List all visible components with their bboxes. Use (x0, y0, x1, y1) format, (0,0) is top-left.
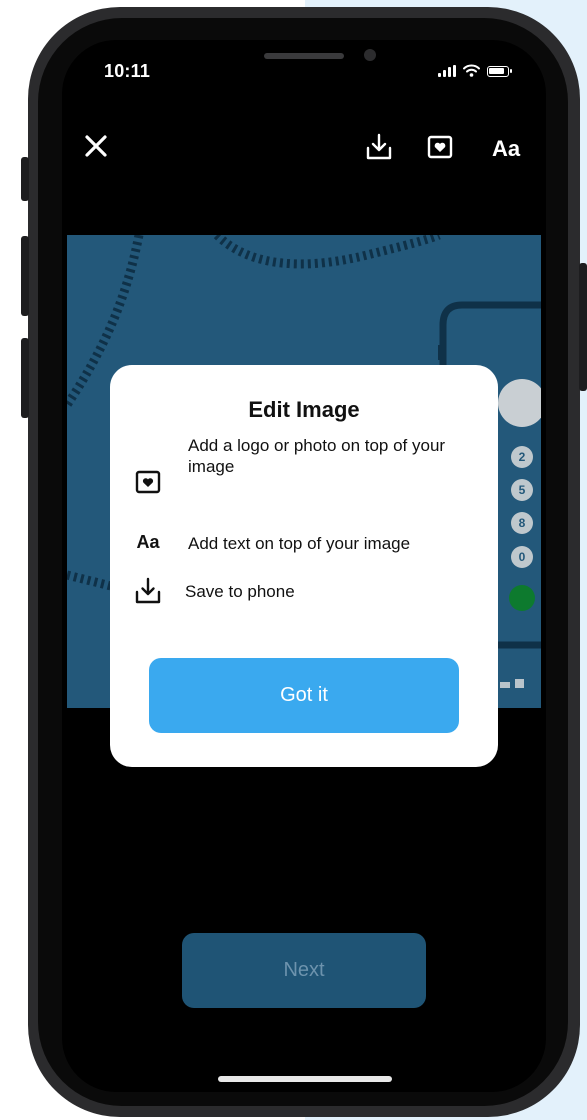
edit-image-dialog: Edit Image Add a logo or photo on top of… (110, 365, 498, 767)
phone-screen: 10:11 Aa 2 5 8 0 Edit Image Add a logo o… (62, 40, 546, 1092)
feature-text-text: Add text on top of your image (188, 534, 411, 553)
text-icon: Aa (136, 531, 160, 552)
got-it-button[interactable]: Got it (149, 658, 459, 733)
download-icon (134, 577, 162, 605)
home-indicator[interactable] (218, 1076, 392, 1082)
volume-down-button (21, 338, 29, 418)
mute-switch (21, 157, 29, 201)
volume-up-button (21, 236, 29, 316)
heart-square-icon (134, 468, 162, 496)
feature-save-text: Save to phone (185, 582, 295, 601)
feature-logo-text: Add a logo or photo on top of your image (188, 436, 446, 476)
power-button (579, 263, 587, 391)
dialog-title: Edit Image (248, 397, 360, 422)
next-button[interactable]: Next (182, 933, 426, 1008)
